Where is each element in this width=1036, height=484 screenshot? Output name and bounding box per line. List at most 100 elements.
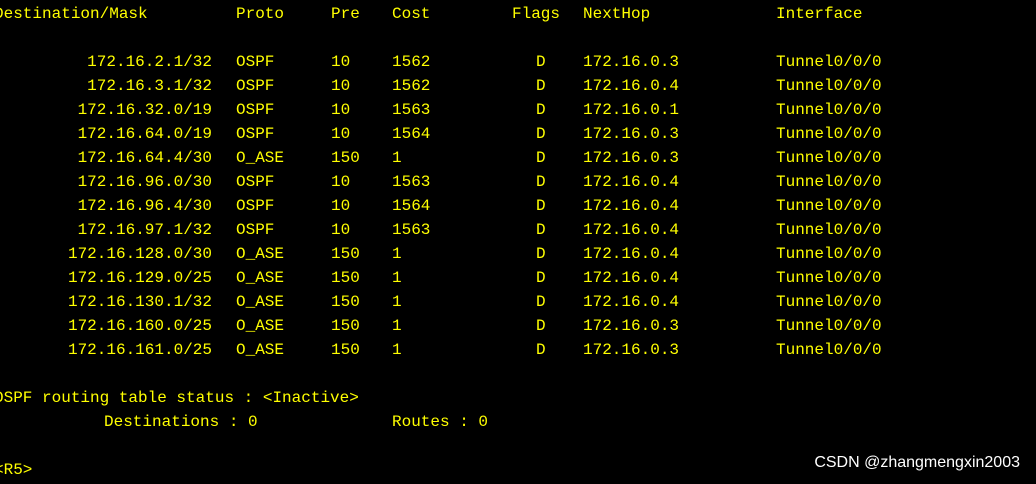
route-pre: 10 [331,77,351,95]
header-pre: Pre [331,5,360,23]
route-flags: D [536,101,546,119]
table-header: Destination/Mask Proto Pre Cost Flags Ne… [0,4,1036,24]
route-nexthop: 172.16.0.4 [583,245,680,263]
route-interface: Tunnel0/0/0 [776,245,882,263]
route-proto: O_ASE [236,293,285,311]
route-nexthop: 172.16.0.3 [583,149,680,167]
route-flags: D [536,293,546,311]
route-destination: 172.16.160.0/25 [67,317,212,335]
route-pre: 10 [331,101,351,119]
route-pre: 150 [331,293,360,311]
route-pre: 10 [331,125,351,143]
table-row: 172.16.32.0/19 OSPF 10 1563 D 172.16.0.1… [0,100,1036,120]
route-proto: O_ASE [236,317,285,335]
status-row: OSPF routing table status : <Inactive> [0,388,1036,408]
route-destination: 172.16.32.0/19 [77,101,212,119]
route-proto: O_ASE [236,341,285,359]
route-flags: D [536,125,546,143]
route-destination: 172.16.128.0/30 [67,245,212,263]
route-pre: 150 [331,269,360,287]
route-proto: OSPF [236,53,275,71]
route-nexthop: 172.16.0.3 [583,317,680,335]
table-row: 172.16.2.1/32 OSPF 10 1562 D 172.16.0.3 … [0,52,1036,72]
route-nexthop: 172.16.0.4 [583,77,680,95]
route-cost: 1563 [392,221,431,239]
route-nexthop: 172.16.0.3 [583,341,680,359]
route-pre: 150 [331,149,360,167]
route-pre: 10 [331,197,351,215]
route-nexthop: 172.16.0.3 [583,125,680,143]
route-flags: D [536,173,546,191]
route-pre: 10 [331,53,351,71]
terminal-window[interactable]: Destination/Mask Proto Pre Cost Flags Ne… [0,0,1036,484]
route-pre: 150 [331,317,360,335]
route-interface: Tunnel0/0/0 [776,317,882,335]
route-cost: 1562 [392,77,431,95]
header-cost: Cost [392,5,431,23]
counts-row: Destinations : 0 Routes : 0 [0,412,1036,432]
ospf-status-line: OSPF routing table status : <Inactive> [0,389,359,407]
route-destination: 172.16.64.4/30 [77,149,212,167]
route-cost: 1564 [392,125,431,143]
route-cost: 1 [392,245,402,263]
route-flags: D [536,269,546,287]
route-destination: 172.16.130.1/32 [67,293,212,311]
route-flags: D [536,317,546,335]
table-row: 172.16.161.0/25 O_ASE 150 1 D 172.16.0.3… [0,340,1036,360]
route-destination: 172.16.129.0/25 [67,269,212,287]
route-interface: Tunnel0/0/0 [776,269,882,287]
command-prompt[interactable]: <R5> [0,460,32,480]
route-cost: 1562 [392,53,431,71]
route-interface: Tunnel0/0/0 [776,221,882,239]
route-interface: Tunnel0/0/0 [776,341,882,359]
route-pre: 10 [331,221,351,239]
table-row: 172.16.96.0/30 OSPF 10 1563 D 172.16.0.4… [0,172,1036,192]
route-cost: 1 [392,269,402,287]
route-proto: O_ASE [236,269,285,287]
table-row: 172.16.160.0/25 O_ASE 150 1 D 172.16.0.3… [0,316,1036,336]
route-pre: 150 [331,245,360,263]
header-proto: Proto [236,5,285,23]
route-proto: OSPF [236,125,275,143]
route-interface: Tunnel0/0/0 [776,149,882,167]
route-nexthop: 172.16.0.4 [583,293,680,311]
table-row: 172.16.96.4/30 OSPF 10 1564 D 172.16.0.4… [0,196,1036,216]
route-flags: D [536,53,546,71]
route-nexthop: 172.16.0.3 [583,53,680,71]
route-proto: OSPF [236,173,275,191]
route-proto: OSPF [236,101,275,119]
route-interface: Tunnel0/0/0 [776,77,882,95]
table-row: 172.16.128.0/30 O_ASE 150 1 D 172.16.0.4… [0,244,1036,264]
route-proto: OSPF [236,77,275,95]
route-destination: 172.16.96.0/30 [77,173,212,191]
table-row: 172.16.129.0/25 O_ASE 150 1 D 172.16.0.4… [0,268,1036,288]
watermark-text: CSDN @zhangmengxin2003 [814,454,1020,471]
route-nexthop: 172.16.0.1 [583,101,680,119]
table-row: 172.16.3.1/32 OSPF 10 1562 D 172.16.0.4 … [0,76,1036,96]
table-row: 172.16.64.0/19 OSPF 10 1564 D 172.16.0.3… [0,124,1036,144]
route-flags: D [536,245,546,263]
header-flags: Flags [512,5,561,23]
routes-count: Routes : 0 [392,413,489,431]
route-interface: Tunnel0/0/0 [776,173,882,191]
route-proto: O_ASE [236,245,285,263]
route-flags: D [536,197,546,215]
route-destination: 172.16.2.1/32 [87,53,212,71]
route-cost: 1563 [392,173,431,191]
route-destination: 172.16.161.0/25 [67,341,212,359]
table-row: 172.16.64.4/30 O_ASE 150 1 D 172.16.0.3 … [0,148,1036,168]
route-cost: 1564 [392,197,431,215]
route-cost: 1563 [392,101,431,119]
route-cost: 1 [392,293,402,311]
route-interface: Tunnel0/0/0 [776,101,882,119]
route-flags: D [536,149,546,167]
route-interface: Tunnel0/0/0 [776,197,882,215]
route-proto: O_ASE [236,149,285,167]
table-row: 172.16.130.1/32 O_ASE 150 1 D 172.16.0.4… [0,292,1036,312]
header-interface: Interface [776,5,863,23]
route-nexthop: 172.16.0.4 [583,173,680,191]
table-row: 172.16.97.1/32 OSPF 10 1563 D 172.16.0.4… [0,220,1036,240]
route-cost: 1 [392,317,402,335]
route-proto: OSPF [236,221,275,239]
destinations-count: Destinations : 0 [104,413,258,431]
